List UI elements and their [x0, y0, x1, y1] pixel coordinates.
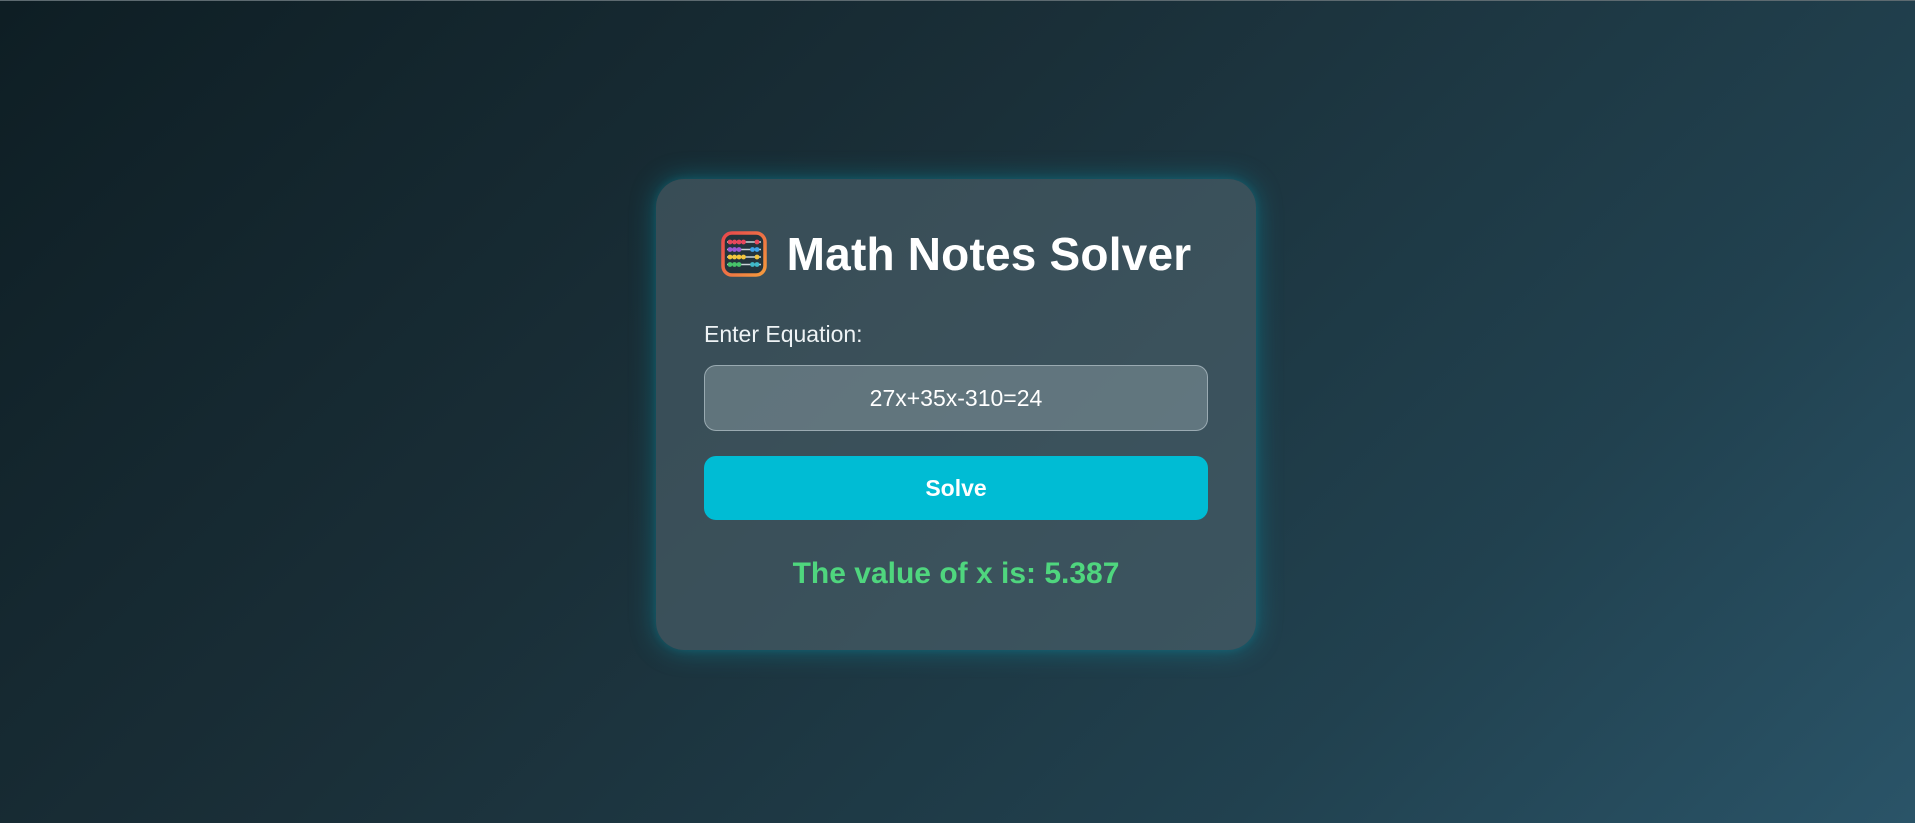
page-title: Math Notes Solver — [786, 228, 1192, 280]
equation-input[interactable] — [704, 365, 1208, 431]
equation-label: Enter Equation: — [704, 321, 863, 347]
result-text: The value of x is: 5.387 — [792, 557, 1120, 590]
solve-button[interactable]: Solve — [704, 456, 1208, 520]
solver-card: Math Notes Solver Enter Equation: Solve … — [656, 179, 1256, 650]
abacus-icon — [720, 231, 767, 277]
window-top-border — [0, 0, 1915, 1]
title-row: Math Notes Solver — [656, 224, 1256, 284]
